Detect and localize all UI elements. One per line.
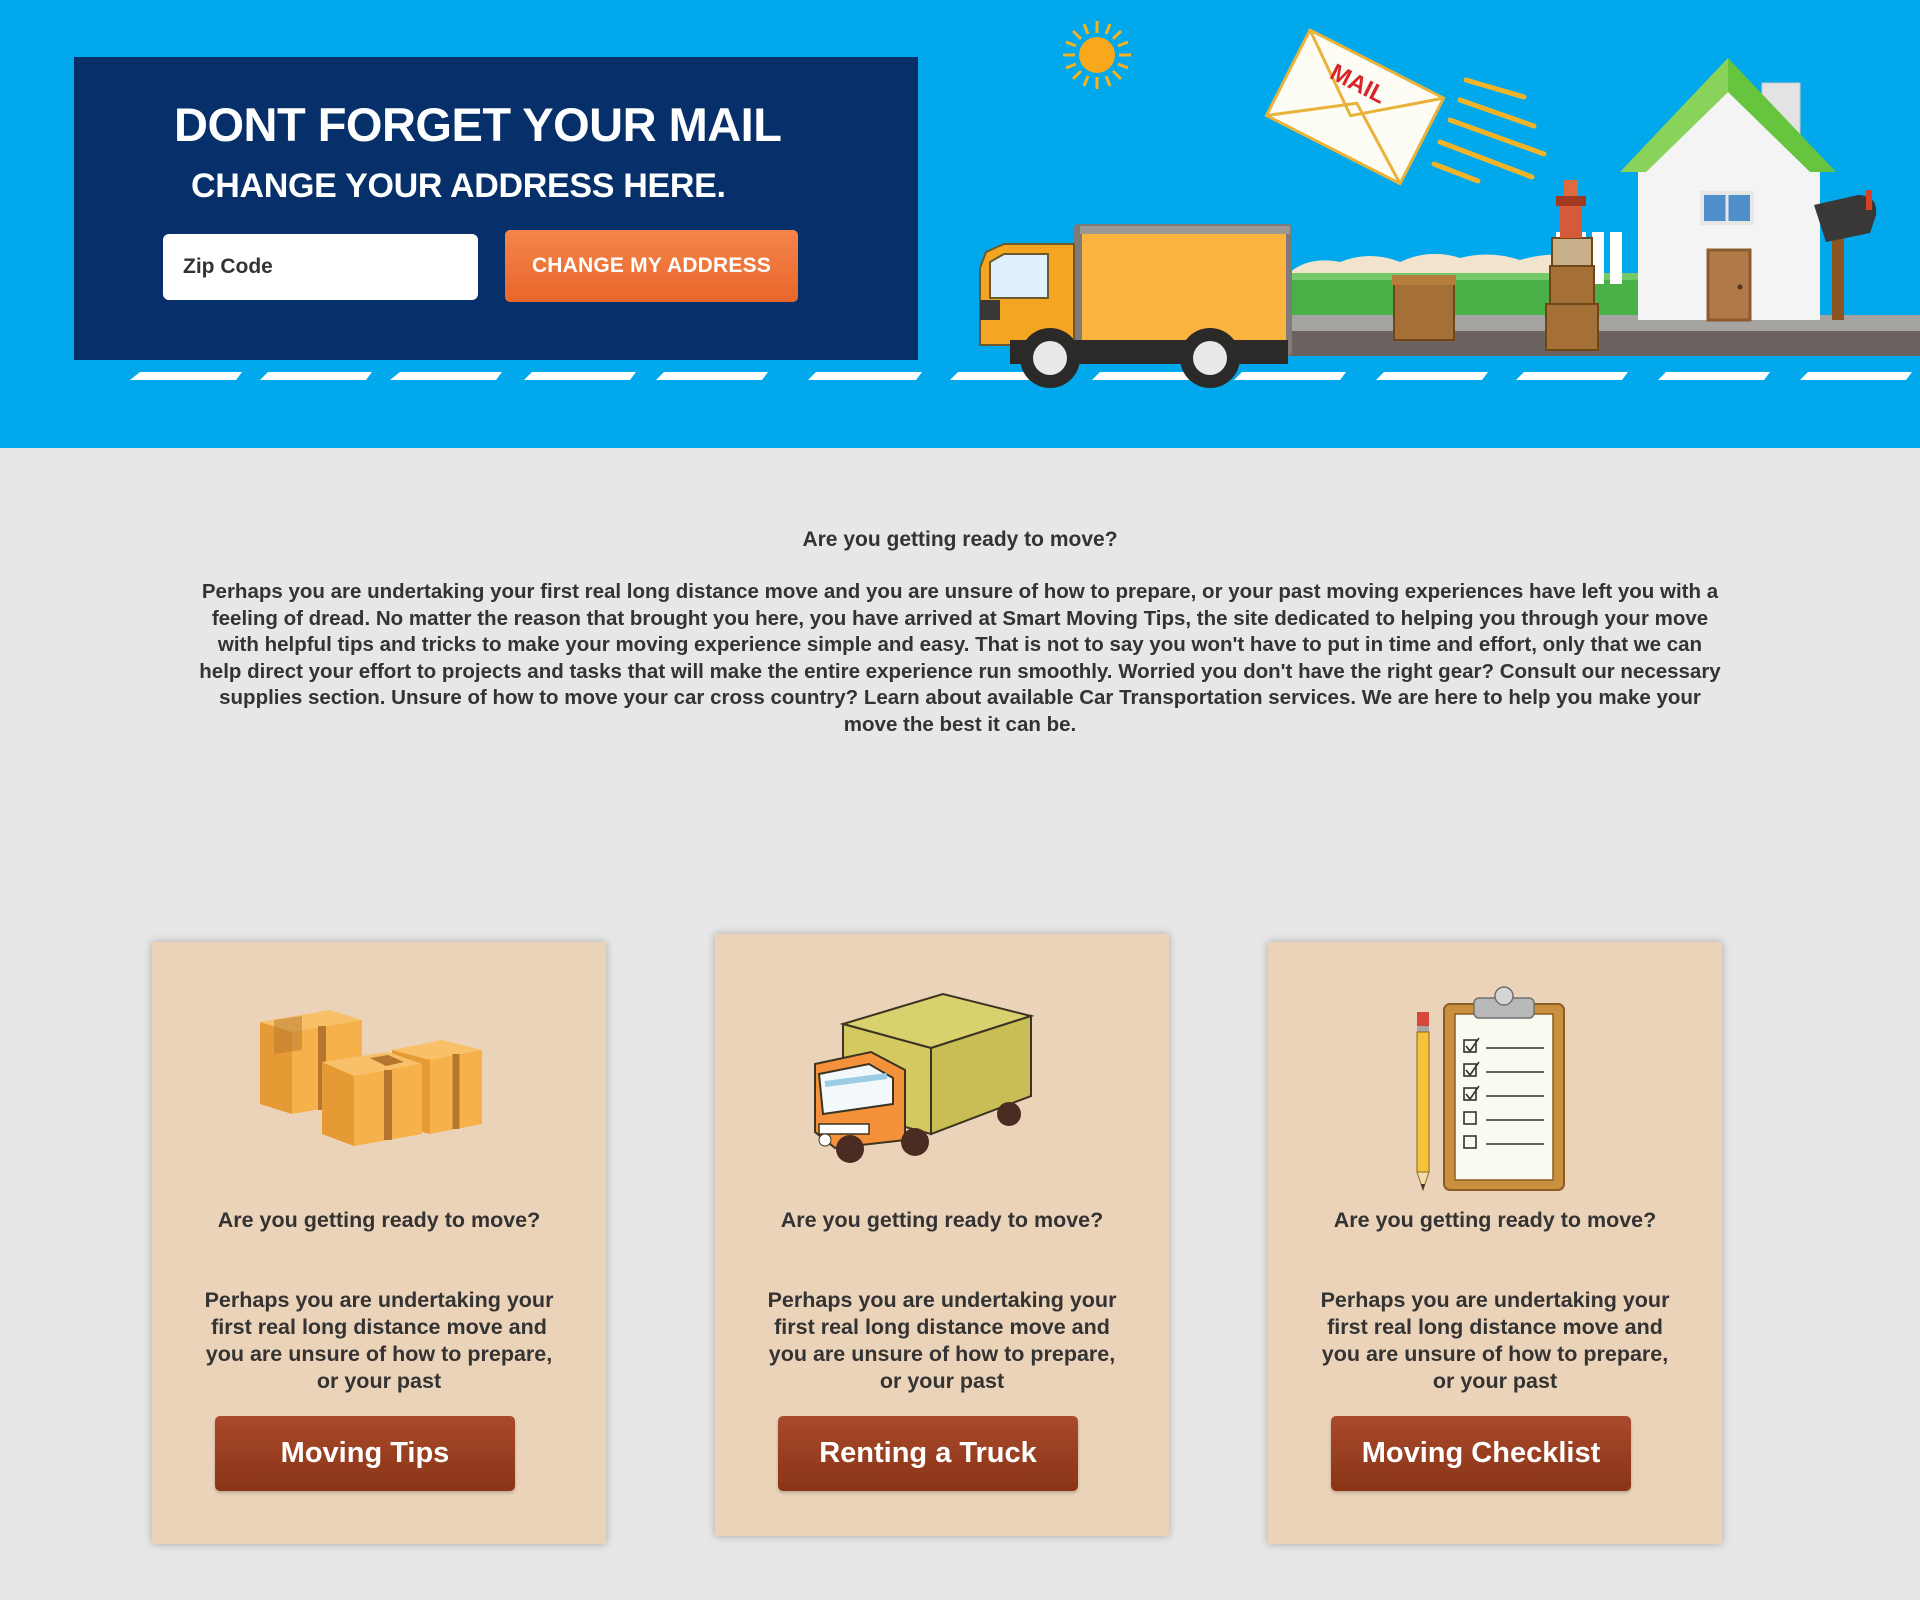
mailbox-icon: [1814, 190, 1877, 320]
card-text: Perhaps you are undertaking your first r…: [204, 1288, 554, 1393]
intro-heading: Are you getting ready to move?: [802, 528, 1118, 551]
boxes-icon: [260, 1010, 482, 1146]
zip-code-input[interactable]: [163, 234, 478, 300]
hero-subtitle: CHANGE YOUR ADDRESS HERE.: [191, 167, 726, 205]
card-heading: Are you getting ready to move?: [217, 1208, 541, 1232]
sidewalk: [1288, 315, 1920, 331]
address-change-panel: DONT FORGET YOUR MAIL CHANGE YOUR ADDRES…: [74, 57, 918, 360]
moving-checklist-button[interactable]: Moving Checklist: [1331, 1416, 1631, 1491]
motion-lines: [1431, 77, 1547, 184]
card-text: Perhaps you are undertaking your first r…: [1320, 1288, 1670, 1393]
card-heading: Are you getting ready to move?: [1333, 1208, 1657, 1232]
intro-paragraph: Perhaps you are undertaking your first r…: [199, 580, 1721, 736]
moving-tips-button[interactable]: Moving Tips: [215, 1416, 515, 1491]
renting-a-truck-button[interactable]: Renting a Truck: [778, 1416, 1078, 1491]
road-dashes: [130, 372, 1912, 380]
card-moving-tips: Are you getting ready to move? Perhaps y…: [152, 942, 606, 1544]
card-text: Perhaps you are undertaking your first r…: [767, 1288, 1117, 1393]
mail-envelope-icon: MAIL: [1264, 27, 1446, 186]
intro-section: Are you getting ready to move? Perhaps y…: [180, 528, 1740, 738]
card-moving-checklist: Are you getting ready to move? Perhaps y…: [1268, 942, 1722, 1544]
sun-icon: [1063, 21, 1131, 89]
hero-title: DONT FORGET YOUR MAIL: [174, 98, 782, 151]
card-renting-truck: Are you getting ready to move? Perhaps y…: [715, 934, 1169, 1536]
checklist-icon: [1416, 986, 1565, 1192]
moving-truck-icon: [979, 224, 1292, 388]
house-icon: [1620, 58, 1836, 322]
hero-banner: MAIL DONT FORGET YOUR MAIL CHANGE YOUR A…: [0, 0, 1920, 448]
change-my-address-button[interactable]: CHANGE MY ADDRESS: [505, 230, 798, 302]
card-heading: Are you getting ready to move?: [780, 1208, 1104, 1232]
truck-icon: [814, 992, 1035, 1163]
